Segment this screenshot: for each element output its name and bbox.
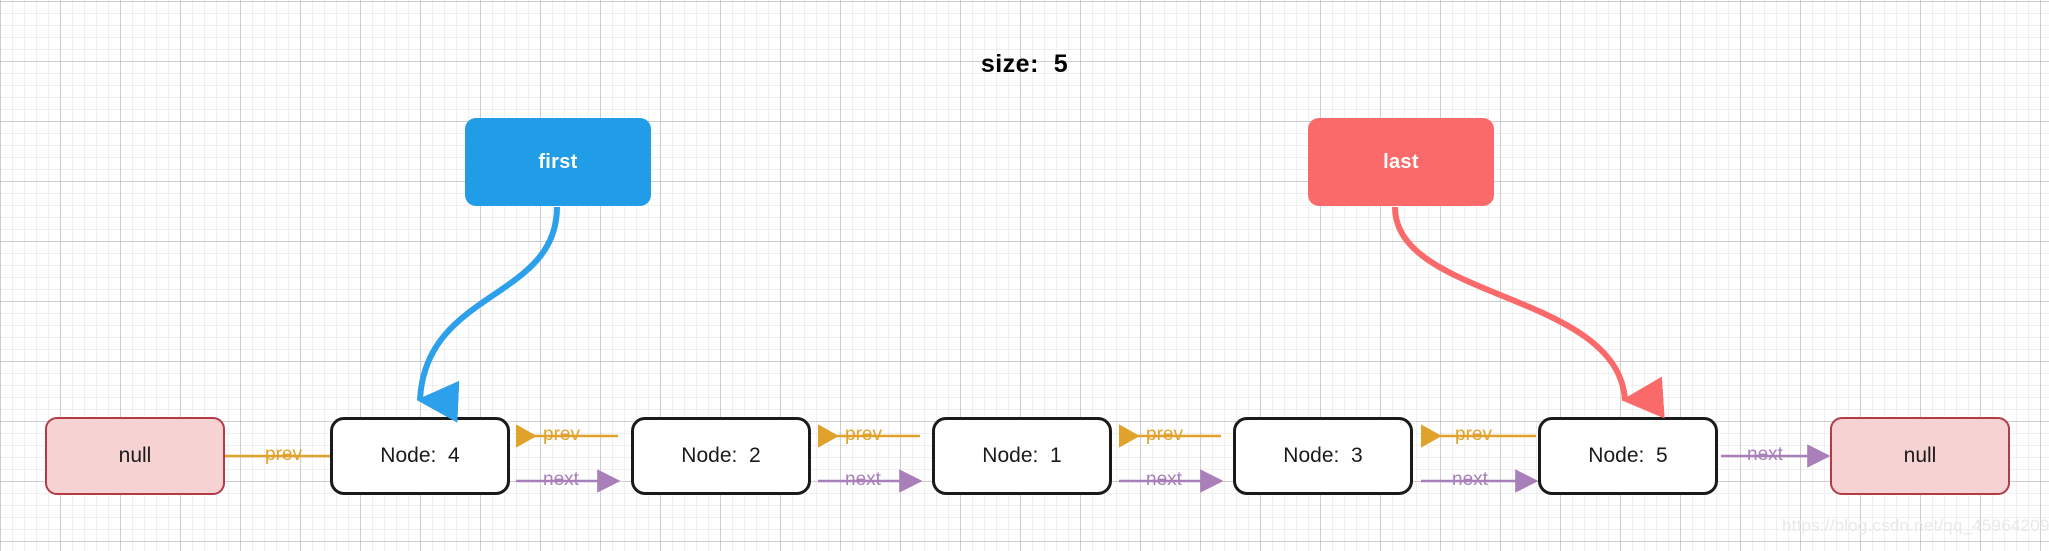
edge-label-prev-1: prev (265, 444, 302, 465)
edge-label-next-5: next (1747, 444, 1783, 465)
edge-label-next-2: next (845, 469, 881, 490)
edge-label-next-4: next (1452, 469, 1488, 490)
watermark: https://blog.csdn.net/qq_45964209 (1782, 516, 2049, 535)
edge-label-prev-5: prev (1455, 424, 1492, 445)
edge-label-layer: prev prev next prev next prev next prev … (0, 0, 2049, 551)
edge-label-prev-3: prev (845, 424, 882, 445)
edge-label-prev-4: prev (1146, 424, 1183, 445)
edge-label-prev-2: prev (543, 424, 580, 445)
diagram-canvas: size: 5 first last null Node: 4 Node: 2 … (0, 0, 2049, 551)
edge-label-next-1: next (543, 469, 579, 490)
edge-label-next-3: next (1146, 469, 1182, 490)
